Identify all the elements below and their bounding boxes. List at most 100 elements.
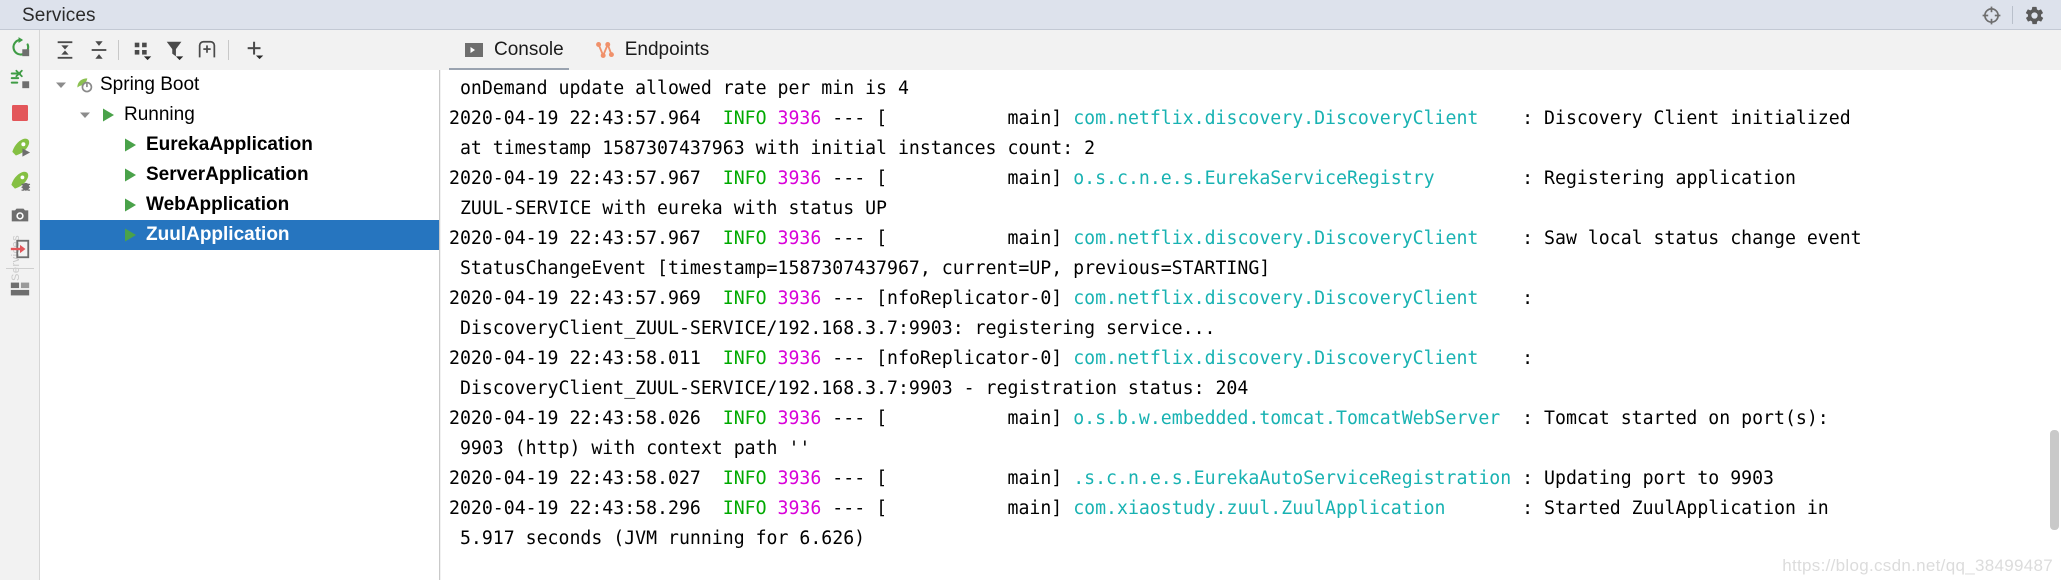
console-line-text: DiscoveryClient_ZUUL-SERVICE/192.168.3.7… [449,318,1216,339]
log-timestamp: 2020-04-19 22:43:57.967 [449,228,701,249]
log-logger: com.netflix.discovery.DiscoveryClient [1062,228,1512,249]
rerun-failed-icon[interactable] [7,66,33,92]
log-level: INFO [722,408,767,429]
log-thread: nfoReplicator-0] [887,348,1063,369]
tree-node-label: Running [124,104,195,125]
log-logger: com.netflix.discovery.DiscoveryClient [1062,288,1512,309]
run-actions-rail: Services [0,30,40,580]
rail-divider [6,268,34,269]
log-timestamp: 2020-04-19 22:43:58.027 [449,468,701,489]
group-by-icon[interactable] [130,38,156,62]
console-continuation-line: 9903 (http) with context path '' [449,434,2061,464]
console-line-text: at timestamp 1587307437963 with initial … [449,138,1096,159]
tree-node-running[interactable]: Running [40,100,439,130]
log-pid: 3936 [777,228,822,249]
console-scrollbar-thumb[interactable] [2050,430,2059,530]
log-separator: --- [ [821,108,888,129]
run-triangle-icon [118,197,142,213]
tree-node-spring-boot[interactable]: Spring Boot [40,70,439,100]
target-icon[interactable] [1974,0,2008,30]
console-continuation-line: 5.917 seconds (JVM running for 6.626) [449,524,2061,554]
log-separator: --- [ [821,348,888,369]
console-continuation-line: at timestamp 1587307437963 with initial … [449,134,2061,164]
console-icon [463,39,485,61]
console-continuation-line: DiscoveryClient_ZUUL-SERVICE/192.168.3.7… [449,374,2061,404]
log-timestamp: 2020-04-19 22:43:57.967 [449,168,701,189]
log-logger: o.s.b.w.embedded.tomcat.TomcatWebServer [1062,408,1512,429]
log-message: : Started ZuulApplication in [1511,498,1829,519]
run-triangle-icon [96,107,120,123]
log-level: INFO [722,468,767,489]
log-pid: 3936 [777,168,822,189]
layout-icon[interactable] [7,276,33,302]
log-pid: 3936 [777,108,822,129]
log-thread: main] [887,228,1063,249]
camera-icon[interactable] [7,202,33,228]
tab-label: Endpoints [624,39,710,60]
tab-console[interactable]: Console [453,33,574,67]
expand-all-icon[interactable] [52,38,78,62]
log-message: : Saw local status change event [1511,228,1862,249]
stop-icon[interactable] [7,100,33,126]
console-output[interactable]: onDemand update allowed rate per min is … [441,70,2061,580]
log-timestamp: 2020-04-19 22:43:57.964 [449,108,701,129]
log-thread: main] [887,108,1063,129]
log-separator: --- [ [821,168,888,189]
console-line-text: DiscoveryClient_ZUUL-SERVICE/192.168.3.7… [449,378,1249,399]
tree-node-label: EurekaApplication [146,134,313,155]
console-line-text: 5.917 seconds (JVM running for 6.626) [449,528,866,549]
titlebar-actions [1974,0,2051,30]
tree-node-zuulapplication[interactable]: ZuulApplication [40,220,439,250]
rerun-icon[interactable] [7,34,33,60]
log-logger: com.xiaostudy.zuul.ZuulApplication [1062,498,1512,519]
console-log-line: 2020-04-19 22:43:57.967 INFO 3936 --- [ … [449,224,2061,254]
console-continuation-line: onDemand update allowed rate per min is … [449,74,2061,104]
add-icon[interactable] [242,38,268,62]
service-content-panel: Console Endpoints onDemand update allowe… [441,30,2061,580]
log-level: INFO [722,108,767,129]
services-tree-toolbar [40,30,440,70]
toolbar-separator-2 [228,40,229,60]
console-log-line: 2020-04-19 22:43:58.296 INFO 3936 --- [ … [449,494,2061,524]
log-pid: 3936 [777,288,822,309]
spring-boot-icon [72,75,96,95]
log-logger: com.netflix.discovery.DiscoveryClient [1062,348,1512,369]
log-level: INFO [722,168,767,189]
console-log-line: 2020-04-19 22:43:58.026 INFO 3936 --- [ … [449,404,2061,434]
log-separator: --- [ [821,498,888,519]
log-pid: 3936 [777,468,822,489]
log-timestamp: 2020-04-19 22:43:58.026 [449,408,701,429]
chevron-down-icon[interactable] [50,78,72,92]
console-line-text: ZUUL-SERVICE with eureka with status UP [449,198,887,219]
log-message: : [1511,348,1534,369]
window-titlebar: Services [0,0,2061,30]
run-icon[interactable] [7,134,33,160]
debug-icon[interactable] [7,168,33,194]
tab-endpoints[interactable]: Endpoints [584,33,720,67]
tree-node-webapplication[interactable]: WebApplication [40,190,439,220]
log-pid: 3936 [777,408,822,429]
tree-node-eurekaapplication[interactable]: EurekaApplication [40,130,439,160]
tree-node-serverapplication[interactable]: ServerApplication [40,160,439,190]
log-logger: o.s.c.n.e.s.EurekaServiceRegistry [1062,168,1512,189]
chevron-down-icon[interactable] [74,108,96,122]
log-thread: main] [887,468,1063,489]
log-separator: --- [ [821,468,888,489]
log-timestamp: 2020-04-19 22:43:58.011 [449,348,701,369]
collapse-all-icon[interactable] [86,38,112,62]
services-tool-window: Services Services Spring Boot Running Eu… [0,0,2061,580]
filter-icon[interactable] [162,38,188,62]
log-level: INFO [722,498,767,519]
services-tree[interactable]: Spring Boot Running EurekaApplication Se… [40,70,440,580]
console-log-line: 2020-04-19 22:43:58.011 INFO 3936 --- [n… [449,344,2061,374]
tab-label: Console [494,39,564,60]
add-configuration-icon[interactable] [194,38,220,62]
log-level: INFO [722,288,767,309]
log-logger: com.netflix.discovery.DiscoveryClient [1062,108,1512,129]
gear-icon[interactable] [2017,0,2051,30]
page-title: Services [22,5,96,26]
log-message: : Registering application [1511,168,1796,189]
log-separator: --- [ [821,288,888,309]
tree-node-label: ServerApplication [146,164,309,185]
export-icon[interactable] [7,236,33,262]
